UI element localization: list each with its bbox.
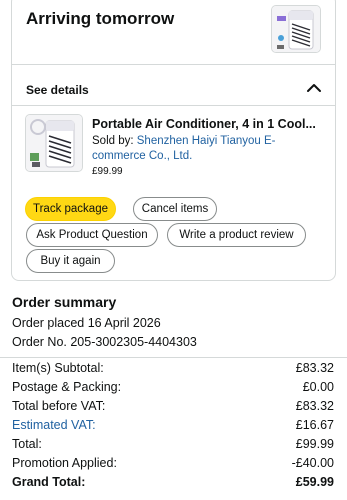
- summary-row-grand-total: Grand Total: £59.99: [12, 475, 334, 492]
- summary-row-value: £83.32: [295, 361, 334, 375]
- summary-row-postage: Postage & Packing: £0.00: [12, 380, 334, 397]
- order-summary-title: Order summary: [12, 294, 117, 310]
- see-details-label[interactable]: See details: [26, 83, 89, 97]
- sold-by: Sold by: Shenzhen Haiyi Tianyou E-commer…: [92, 134, 328, 164]
- order-placed-date: Order placed 16 April 2026: [12, 316, 161, 330]
- summary-row-label: Postage & Packing:: [12, 380, 122, 394]
- divider: [12, 105, 335, 106]
- write-review-button[interactable]: Write a product review: [167, 223, 306, 247]
- buy-it-again-button[interactable]: Buy it again: [26, 249, 115, 273]
- summary-row-label: Item(s) Subtotal:: [12, 361, 104, 375]
- estimated-vat-link[interactable]: Estimated VAT:: [12, 418, 96, 432]
- air-conditioner-image-icon: [26, 115, 82, 171]
- divider: [12, 64, 335, 65]
- track-package-button[interactable]: Track package: [25, 197, 116, 221]
- arrival-status: Arriving tomorrow: [26, 9, 175, 28]
- summary-row-total: Total: £99.99: [12, 437, 334, 454]
- cancel-items-button[interactable]: Cancel items: [133, 197, 217, 221]
- divider: [0, 357, 347, 358]
- summary-row-value: £99.99: [295, 437, 334, 451]
- product-thumbnail-small[interactable]: [271, 5, 321, 53]
- summary-row-value: £83.32: [295, 399, 334, 413]
- summary-row-value: £0.00: [302, 380, 334, 394]
- ask-product-question-button[interactable]: Ask Product Question: [26, 223, 158, 247]
- air-conditioner-image-icon: [272, 6, 320, 52]
- product-price: £99.99: [92, 166, 123, 177]
- delivery-card: Arriving tomorrow See details Portable A…: [11, 0, 336, 281]
- summary-row-label: Promotion Applied:: [12, 456, 117, 470]
- summary-row-before-vat: Total before VAT: £83.32: [12, 399, 334, 416]
- summary-row-subtotal: Item(s) Subtotal: £83.32: [12, 361, 334, 378]
- chevron-up-icon[interactable]: [304, 79, 324, 97]
- summary-row-value: £16.67: [295, 418, 334, 432]
- order-number: Order No. 205-3002305-4404303: [12, 335, 197, 349]
- product-title[interactable]: Portable Air Conditioner, 4 in 1 Cool...: [92, 117, 324, 131]
- summary-row-value: -£40.00: [291, 456, 334, 470]
- summary-row-label: Total before VAT:: [12, 399, 106, 413]
- summary-row-promotion: Promotion Applied: -£40.00: [12, 456, 334, 473]
- sold-by-prefix: Sold by:: [92, 135, 137, 147]
- summary-row-label: Total:: [12, 437, 42, 451]
- summary-row-value: £59.99: [295, 475, 334, 489]
- summary-row-vat: Estimated VAT: £16.67: [12, 418, 334, 435]
- product-thumbnail[interactable]: [25, 114, 83, 172]
- summary-row-label: Grand Total:: [12, 475, 86, 489]
